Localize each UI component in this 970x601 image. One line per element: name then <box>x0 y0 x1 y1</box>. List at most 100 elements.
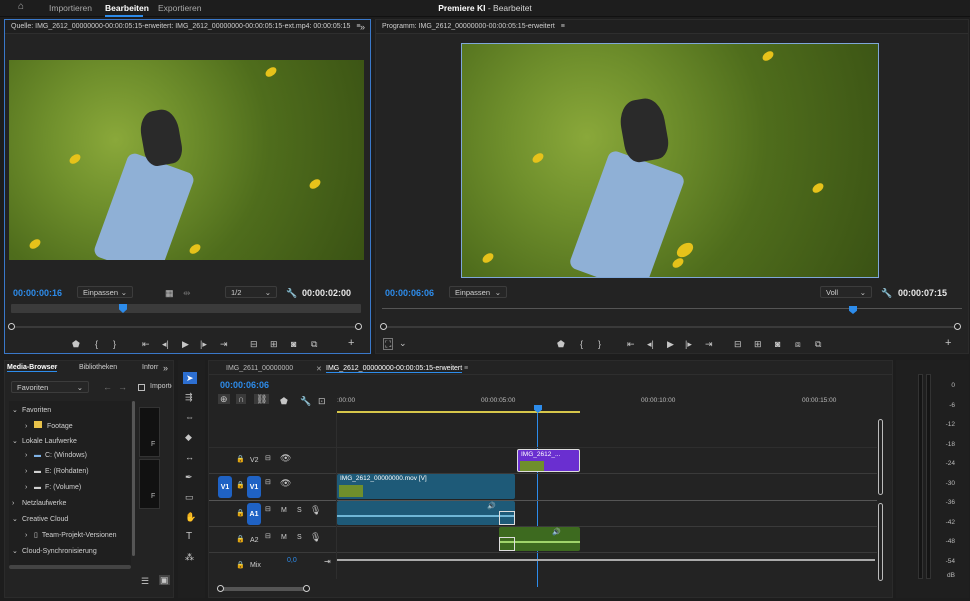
tab-media-browser[interactable]: Media-Browser <box>7 364 58 372</box>
import-checkbox[interactable] <box>138 384 145 391</box>
tree-item-cloud-sync[interactable]: ⌄ Cloud-Synchronisierung <box>12 547 97 555</box>
step-forward-icon[interactable]: |▸ <box>685 339 692 349</box>
tree-item-f-drive[interactable]: › ▬ F: (Volume) <box>25 484 81 491</box>
timeline-timecode[interactable]: 00:00:06:06 <box>220 380 269 390</box>
v1-clip[interactable]: IMG_2612_00000000.mov [V] <box>337 474 515 499</box>
add-marker-icon[interactable]: ⬟ <box>557 339 565 349</box>
source-timecode[interactable]: 00:00:00:16 <box>13 288 62 298</box>
tab-info[interactable]: Inforr <box>142 364 160 371</box>
remix-tool-icon[interactable]: ⁂ <box>185 552 194 562</box>
add-marker-icon[interactable]: ⬟ <box>72 339 80 349</box>
lock-icon[interactable]: 🔒 <box>236 561 245 571</box>
go-to-out-icon[interactable]: ⇥ <box>220 339 228 349</box>
program-video-frame[interactable] <box>461 43 879 278</box>
microphone-icon[interactable]: 🎙 <box>310 505 321 515</box>
program-zoom-start-handle[interactable] <box>380 323 387 330</box>
camera-icon[interactable]: ◙ <box>775 339 780 349</box>
tree-item-footage[interactable]: › Footage <box>25 421 73 430</box>
safe-margins-icon[interactable]: ▦ <box>165 288 174 298</box>
tree-item-favoriten[interactable]: ⌄ Favoriten <box>12 406 51 414</box>
lock-icon[interactable]: 🔒 <box>236 535 245 545</box>
program-resolution-dropdown[interactable]: Voll ⌄ <box>820 286 872 298</box>
play-icon[interactable]: ▶ <box>667 339 674 349</box>
sequence-tab-2[interactable]: IMG_2612_00000000-00:00:05:15-erweitert <box>326 365 463 373</box>
extract-icon[interactable]: ⊞ <box>754 339 762 349</box>
source-patch-v1[interactable]: V1 <box>218 476 232 498</box>
source-resolution-dropdown[interactable]: 1/2 ⌄ <box>225 286 277 298</box>
mark-in-icon[interactable]: { <box>580 339 583 349</box>
lock-icon[interactable]: 🔒 <box>236 455 245 465</box>
work-area-bar[interactable] <box>337 411 580 413</box>
program-fit-dropdown[interactable]: Einpassen ⌄ <box>449 286 507 298</box>
favorites-dropdown[interactable]: Favoriten ⌄ <box>11 381 89 393</box>
wrench-icon[interactable]: 🔧 <box>881 288 892 298</box>
audio-track-scrollbar[interactable] <box>878 503 883 581</box>
nest-icon[interactable]: ⊕ <box>218 394 230 404</box>
button-editor-icon[interactable]: ⧉ <box>815 339 821 349</box>
add-marker-icon[interactable]: ⬟ <box>280 396 288 406</box>
eye-icon[interactable]: 👁 <box>280 478 291 488</box>
wrench-icon[interactable]: 🔧 <box>286 288 297 298</box>
button-editor-icon[interactable]: ⧉ <box>311 339 317 349</box>
select-zoom-icon[interactable]: ⛶ <box>383 338 394 350</box>
step-back-icon[interactable]: ◂| <box>647 339 654 349</box>
add-button-icon[interactable]: + <box>348 338 354 349</box>
chevron-down-icon[interactable]: ⌄ <box>399 338 407 348</box>
program-zoom-end-handle[interactable] <box>954 323 961 330</box>
program-timecode[interactable]: 00:00:06:06 <box>385 288 434 298</box>
sync-lock-icon[interactable]: ⊟ <box>265 478 271 488</box>
lock-icon[interactable]: 🔒 <box>236 481 245 491</box>
selection-tool-icon[interactable]: ➤ <box>183 372 197 384</box>
program-monitor-tab[interactable]: Programm: IMG_2612_00000000-00:00:05:15-… <box>376 20 968 34</box>
source-playhead[interactable] <box>119 304 127 313</box>
go-to-in-icon[interactable]: ⇤ <box>142 339 150 349</box>
source-fit-dropdown[interactable]: Einpassen ⌄ <box>77 286 133 298</box>
lock-icon[interactable]: 🔒 <box>236 509 245 519</box>
tree-item-netzlaufwerke[interactable]: › Netzlaufwerke <box>12 500 66 507</box>
audio-transition[interactable] <box>499 511 515 525</box>
type-tool-icon[interactable]: T <box>186 532 192 542</box>
captions-icon[interactable]: ⊡ <box>318 396 326 406</box>
file-thumbnail[interactable]: F <box>139 459 160 509</box>
audio-transition[interactable] <box>499 537 515 551</box>
step-back-icon[interactable]: ◂| <box>162 339 169 349</box>
track-select-tool-icon[interactable]: ⇶ <box>185 392 193 402</box>
tree-item-creative-cloud[interactable]: ⌄ Creative Cloud <box>12 515 68 523</box>
linked-selection-icon[interactable]: ⛓ <box>254 394 270 404</box>
program-zoom-bar[interactable] <box>384 326 958 328</box>
pen-tool-icon[interactable]: ✒ <box>185 472 193 482</box>
sync-lock-icon[interactable]: ⊟ <box>265 454 271 464</box>
insert-icon[interactable]: ⊟ <box>250 339 258 349</box>
eye-icon[interactable]: 👁 <box>280 453 291 463</box>
panel-overflow-icon[interactable]: » <box>163 363 168 373</box>
rectangle-tool-icon[interactable]: ▭ <box>185 492 194 502</box>
overwrite-icon[interactable]: ⊞ <box>270 339 278 349</box>
sync-lock-icon[interactable]: ⊟ <box>265 532 271 542</box>
go-to-in-icon[interactable]: ⇤ <box>627 339 635 349</box>
slip-tool-icon[interactable]: ↔ <box>185 452 194 462</box>
sequence-tab-1[interactable]: IMG_2611_00000000 <box>226 365 293 372</box>
tab-menu-icon[interactable]: ≡ <box>464 365 468 372</box>
track-target-v1[interactable]: V1 <box>247 476 261 498</box>
ripple-edit-tool-icon[interactable]: ⇔ <box>185 412 194 422</box>
source-in-out-bar[interactable] <box>11 304 361 313</box>
mix-volume-value[interactable]: 0,0 <box>287 557 297 564</box>
step-forward-icon[interactable]: |▸ <box>200 339 207 349</box>
hand-tool-icon[interactable]: ✋ <box>185 512 196 522</box>
source-zoom-start-handle[interactable] <box>8 323 15 330</box>
go-to-out-icon[interactable]: ⇥ <box>705 339 713 349</box>
panel-overflow-icon[interactable]: » <box>360 22 365 32</box>
lift-icon[interactable]: ⊟ <box>734 339 742 349</box>
play-icon[interactable]: ▶ <box>182 339 189 349</box>
back-arrow-icon[interactable]: ← <box>103 382 112 392</box>
solo-button[interactable]: S <box>297 534 302 541</box>
v2-clip[interactable]: IMG_2612_... <box>517 449 580 472</box>
comparison-view-icon[interactable]: ⧈ <box>795 339 801 349</box>
mark-in-icon[interactable]: { <box>95 339 98 349</box>
close-icon[interactable]: ✕ <box>316 365 322 373</box>
microphone-icon[interactable]: 🎙 <box>310 532 321 542</box>
tree-scrollbar[interactable] <box>132 401 135 556</box>
timeline-h-scrollbar[interactable] <box>219 587 309 591</box>
forward-arrow-icon[interactable]: → <box>118 382 127 392</box>
source-zoom-bar[interactable] <box>13 326 361 328</box>
